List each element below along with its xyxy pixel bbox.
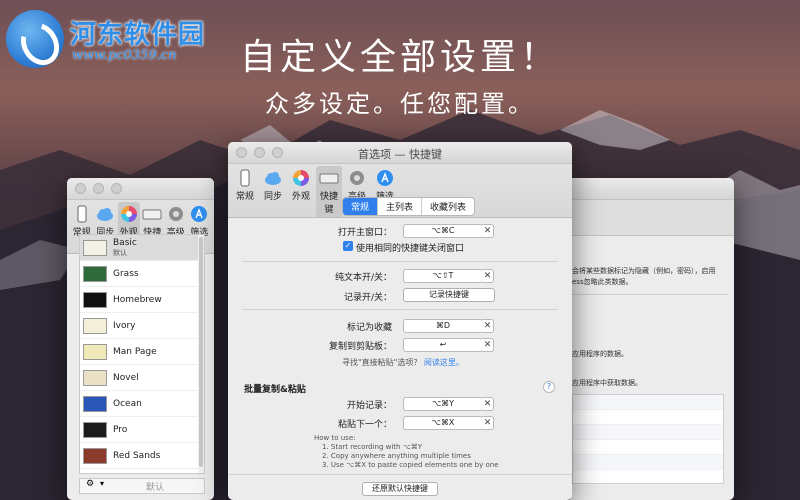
paste-next-label: 粘贴下一个： xyxy=(337,420,392,430)
gear-icon xyxy=(168,207,183,221)
right-text-3: 应用程序的数据。 xyxy=(572,350,628,358)
right-divider xyxy=(572,294,728,295)
copy-clipboard-shortcut-field[interactable]: ↩ xyxy=(403,338,483,352)
divider xyxy=(228,474,572,475)
right-titlebar xyxy=(566,178,734,200)
shortcut-scope-segmented-control: 常规 主列表 收藏列表 xyxy=(342,197,476,216)
keyboard-icon xyxy=(142,209,162,220)
front-titlebar: 首选项 — 快捷键 xyxy=(228,142,572,164)
theme-item-novel[interactable]: Novel xyxy=(80,365,204,391)
appearance-preferences-window: 常规 同步 外观 快捷键 高级 筛选 Basic默认 Grass xyxy=(67,178,214,500)
theme-thumbnail xyxy=(83,317,107,334)
divider xyxy=(242,309,558,310)
mark-favorite-shortcut-field[interactable]: ⌘D xyxy=(403,319,483,333)
clear-shortcut-button[interactable]: ✕ xyxy=(482,416,494,430)
right-list[interactable] xyxy=(572,394,724,485)
segment-favorites-list[interactable]: 收藏列表 xyxy=(422,198,474,215)
left-titlebar xyxy=(67,178,214,200)
phone-icon xyxy=(240,169,250,187)
keyboard-icon xyxy=(319,173,339,184)
right-text-4: 应用程序中获取数据。 xyxy=(572,379,642,387)
theme-item-grass[interactable]: Grass xyxy=(80,261,204,287)
cloud-icon xyxy=(265,172,281,185)
chevron-down-icon[interactable]: ▾ xyxy=(100,479,104,488)
hero-headline: 自定义全部设置！ xyxy=(239,37,560,78)
gear-icon[interactable]: ⚙ xyxy=(86,479,94,489)
read-here-link[interactable]: 阅读这里。 xyxy=(424,358,464,367)
tab-shortcuts[interactable]: 快捷键 xyxy=(316,166,342,217)
start-record-label: 开始记录： xyxy=(346,401,392,411)
segment-general[interactable]: 常规 xyxy=(343,198,379,215)
clear-shortcut-button[interactable]: ✕ xyxy=(482,224,494,238)
clear-shortcut-button[interactable]: ✕ xyxy=(482,338,494,352)
gear-icon xyxy=(350,171,364,185)
theme-list[interactable]: Basic 默认 Grass Homebrew Ivory Man Page No… xyxy=(79,234,205,474)
theme-thumbnail xyxy=(83,343,107,360)
clear-shortcut-button[interactable]: ✕ xyxy=(482,397,494,411)
color-wheel-icon xyxy=(293,170,309,186)
plain-text-shortcut-field[interactable]: ⌥⇧T xyxy=(403,269,483,283)
restore-defaults-button[interactable]: 还原默认快捷键 xyxy=(362,482,438,496)
right-text-1: 会将某些数据标记为隐藏（例如，密码），启用 xyxy=(572,267,716,275)
theme-thumbnail xyxy=(83,395,107,412)
minimize-button[interactable] xyxy=(93,183,104,194)
right-toolbar xyxy=(566,200,734,236)
shortcuts-preferences-window: 首选项 — 快捷键 常规 同步 外观 快捷键 高级 筛选 常规 主列表 收 xyxy=(228,142,572,500)
theme-thumbnail xyxy=(83,239,107,256)
hero-subheadline: 众多设定。任您配置。 xyxy=(265,90,535,118)
theme-thumbnail xyxy=(83,265,107,282)
cloud-icon xyxy=(97,208,114,221)
record-toggle-label: 记录开/关： xyxy=(343,293,392,303)
theme-item-pro[interactable]: Pro xyxy=(80,417,204,443)
batch-section-title: 批量复制&粘贴 xyxy=(244,385,306,395)
theme-list-scrollbar[interactable] xyxy=(198,235,204,473)
theme-thumbnail xyxy=(83,447,107,464)
theme-thumbnail xyxy=(83,369,107,386)
start-record-shortcut-field[interactable]: ⌥⌘Y xyxy=(403,397,483,411)
app-store-icon xyxy=(191,206,208,222)
phone-icon xyxy=(77,205,87,223)
close-button[interactable] xyxy=(75,183,86,194)
copy-clipboard-label: 复制到剪贴板： xyxy=(328,342,392,352)
clear-shortcut-button[interactable]: ✕ xyxy=(482,319,494,333)
help-button[interactable]: ? xyxy=(543,381,555,393)
theme-item-man-page[interactable]: Man Page xyxy=(80,339,204,365)
default-theme-button[interactable]: 默认 xyxy=(146,480,164,493)
window-title: 首选项 — 快捷键 xyxy=(358,148,442,161)
same-shortcut-checkbox[interactable]: ✓ xyxy=(343,241,353,251)
theme-item-ivory[interactable]: Ivory xyxy=(80,313,204,339)
open-main-shortcut-field[interactable]: ⌥⌘C xyxy=(403,224,483,238)
theme-item-basic[interactable]: Basic 默认 xyxy=(80,235,204,261)
paste-hint: 寻找"直接粘贴"选项？ 阅读这里。 xyxy=(342,358,464,367)
clear-shortcut-button[interactable]: ✕ xyxy=(482,269,494,283)
app-store-icon xyxy=(377,170,393,186)
open-main-label: 打开主窗口： xyxy=(337,228,392,238)
zoom-button[interactable] xyxy=(111,183,122,194)
theme-thumbnail xyxy=(83,421,107,438)
plain-text-label: 纯文本开/关： xyxy=(334,273,392,283)
tab-sync[interactable]: 同步 xyxy=(260,166,286,217)
color-wheel-icon xyxy=(120,206,137,222)
mark-favorite-label: 标记为收藏 xyxy=(346,323,392,333)
record-shortcut-button[interactable]: 记录快捷键 xyxy=(403,288,495,302)
tab-appearance[interactable]: 外观 xyxy=(288,166,314,217)
paste-next-shortcut-field[interactable]: ⌥⌘X xyxy=(403,416,483,430)
howto-instructions: How to use: 1. Start recording with ⌥⌘Y … xyxy=(314,434,499,469)
divider xyxy=(242,261,558,262)
theme-item-ocean[interactable]: Ocean xyxy=(80,391,204,417)
theme-item-homebrew[interactable]: Homebrew xyxy=(80,287,204,313)
background-preferences-window: 会将某些数据标记为隐藏（例如，密码），启用 ess忽略此类数据。 应用程序的数据… xyxy=(566,178,734,500)
theme-thumbnail xyxy=(83,291,107,308)
right-text-2: ess忽略此类数据。 xyxy=(572,278,633,286)
theme-list-bottom-bar: ⚙ ▾ 默认 xyxy=(79,478,205,494)
tab-general[interactable]: 常规 xyxy=(232,166,258,217)
same-shortcut-label: 使用相同的快捷键关闭窗口 xyxy=(356,244,465,254)
segment-main-list[interactable]: 主列表 xyxy=(378,198,423,215)
theme-item-red-sands[interactable]: Red Sands xyxy=(80,443,204,469)
